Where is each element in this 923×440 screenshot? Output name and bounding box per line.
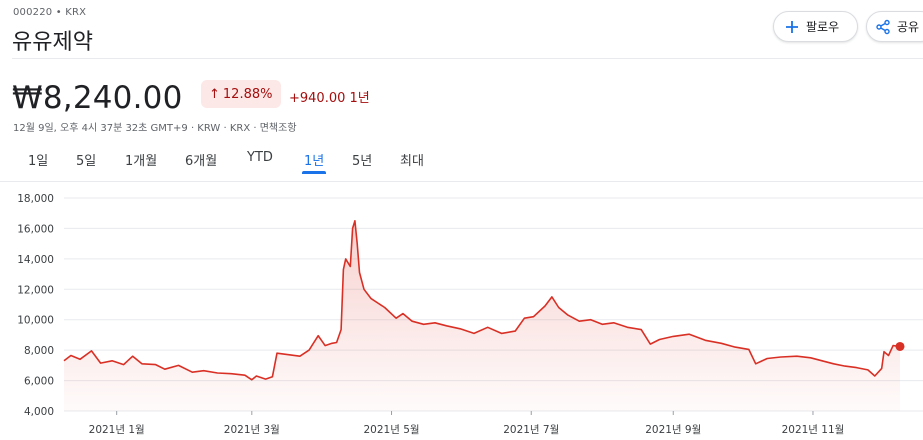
plus-icon: [786, 20, 798, 33]
y-tick-label: 14,000: [17, 254, 54, 266]
y-tick-label: 8,000: [24, 345, 54, 357]
y-tick-label: 12,000: [17, 284, 54, 296]
share-icon: [876, 19, 890, 34]
y-tick-label: 10,000: [17, 315, 54, 327]
y-tick-label: 6,000: [24, 376, 54, 388]
header-divider: [12, 58, 923, 59]
x-tick-label: 2021년 5월: [363, 424, 419, 436]
tab-6m[interactable]: 6개월: [185, 150, 217, 172]
tab-1y[interactable]: 1년: [301, 150, 327, 174]
y-tick-label: 16,000: [17, 223, 54, 235]
arrow-up-icon: ↑: [209, 86, 220, 102]
x-tick-label: 2021년 11월: [782, 424, 845, 436]
x-tick-label: 2021년 7월: [503, 424, 559, 436]
x-tick-label: 2021년 1월: [89, 424, 145, 436]
range-tabs: 1일 5일 1개월 6개월 YTD 1년 5년 최대: [0, 150, 923, 176]
follow-label: 팔로우: [806, 20, 840, 34]
share-label: 공유: [897, 20, 920, 34]
tab-1d[interactable]: 1일: [28, 150, 48, 172]
tab-1m[interactable]: 1개월: [125, 150, 157, 172]
tab-5d[interactable]: 5일: [76, 150, 96, 172]
share-button[interactable]: 공유: [866, 11, 923, 42]
x-tick-label: 2021년 9월: [645, 424, 701, 436]
y-tick-label: 18,000: [17, 193, 54, 205]
ticker-symbol: 000220 • KRX: [13, 7, 87, 18]
price-area: [64, 220, 900, 411]
percent-change-badge: ↑ 12.88%: [201, 80, 281, 108]
tab-ytd[interactable]: YTD: [247, 150, 273, 172]
tab-5y[interactable]: 5년: [352, 150, 372, 172]
company-name: 유유제약: [12, 30, 93, 55]
percent-change: 12.88%: [222, 86, 273, 102]
latest-price-point: [895, 341, 905, 351]
follow-button[interactable]: 팔로우: [773, 11, 858, 42]
price-chart[interactable]: 4,000 6,000 8,000 10,000 12,000 14,000 16,000 1…: [0, 182, 923, 440]
y-tick-label: 4,000: [24, 406, 54, 418]
current-price: ₩8,240.00: [12, 80, 183, 116]
x-tick-label: 2021년 3월: [224, 424, 280, 436]
tab-max[interactable]: 최대: [400, 150, 424, 172]
quote-meta: 12월 9일, 오후 4시 37분 32초 GMT+9 · KRW · KRX …: [13, 123, 297, 134]
absolute-change: +940.00 1년: [289, 91, 370, 106]
